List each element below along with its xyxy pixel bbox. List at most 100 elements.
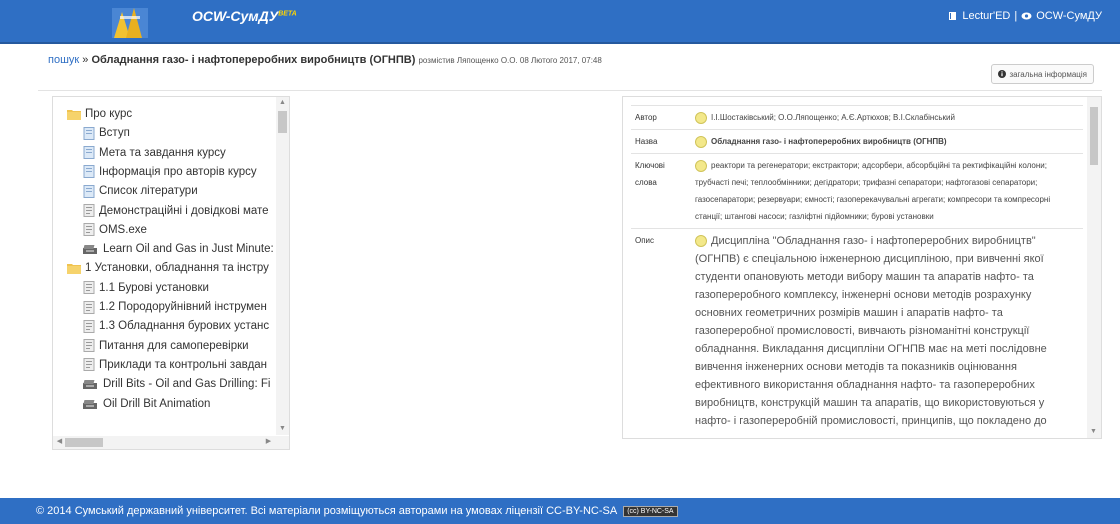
tree-item[interactable]: Список літератури (83, 182, 198, 200)
brand-title[interactable]: ОСW-СумДУBETA (192, 8, 297, 24)
document-icon (83, 319, 95, 333)
tree-item-label: Drill Bits - Oil and Gas Drilling: Fi (103, 378, 271, 391)
tree-folder[interactable]: 1 Установки, обладнання та інстру (67, 259, 269, 277)
tree-hscroll-thumb[interactable] (65, 438, 103, 447)
course-tree: Про курс Вступ Мета та завдання курсу Інфор… (52, 96, 290, 450)
scroll-up-icon[interactable]: ▲ (276, 97, 289, 109)
user-link[interactable]: Lectur'ED (962, 10, 1010, 22)
metadata-value: І.І.Шостаківський; О.О.Ляпощенко; А.Є.Ар… (691, 106, 1083, 129)
tree-item[interactable]: Learn Oil and Gas in Just Minute: (83, 240, 274, 258)
tree-item-label: Вступ (99, 127, 130, 140)
tree-folder[interactable]: Про курс (67, 105, 132, 123)
top-navbar: ОСW-СумДУBETA Lectur'ED | ОСW-СумДУ (0, 0, 1120, 44)
tree-item-label: 1.3 Обладнання бурових устанс (99, 320, 270, 333)
metadata-value-text: Дисципліна "Обладнання газо- і нафтопере… (695, 235, 1047, 427)
metadata-scroll-down-icon[interactable]: ▼ (1087, 426, 1100, 438)
metadata-table: Автор І.І.Шостаківський; О.О.Ляпощенко; А… (631, 105, 1083, 433)
tree-scroll-thumb[interactable] (278, 111, 287, 133)
video-icon (83, 398, 99, 410)
page-title: Обладнання газо- і нафтопереробних вироб… (91, 54, 416, 66)
bullet-icon (695, 135, 707, 148)
metadata-scroll-thumb[interactable] (1090, 107, 1098, 165)
breadcrumb-arrow: » (82, 54, 89, 66)
brand-beta-badge: BETA (278, 10, 297, 18)
tree-item[interactable]: Питання для самоперевірки (83, 337, 249, 355)
document-icon (83, 281, 95, 295)
tree-item[interactable]: Демонстраційні і довідкові мате (83, 202, 269, 220)
tree-item-label: Learn Oil and Gas in Just Minute: (103, 243, 274, 256)
tree-item[interactable]: 1.1 Бурові установки (83, 279, 209, 297)
tree-item-label: Список літератури (99, 185, 198, 198)
breadcrumb: пошук » Обладнання газо- і нафтопереробн… (38, 46, 1102, 91)
book-icon (949, 12, 957, 20)
search-link[interactable]: пошук (48, 54, 79, 66)
tree-item[interactable]: Вступ (83, 124, 130, 142)
course-metadata-panel: Автор І.І.Шостаківський; О.О.Ляпощенко; А… (622, 96, 1102, 439)
page-icon (83, 146, 95, 160)
scroll-right-icon[interactable]: ▶ (262, 436, 275, 448)
brand-text: ОСW-СумДУ (192, 8, 279, 24)
tree-item-label: 1 Установки, обладнання та інстру (85, 262, 269, 275)
folder-icon (67, 262, 81, 275)
site-link[interactable]: ОСW-СумДУ (1036, 10, 1102, 22)
metadata-value-text: Обладнання газо- і нафтопереробних вироб… (711, 137, 947, 146)
tree-item-label: Про курс (85, 108, 133, 120)
tree-horizontal-scrollbar[interactable]: ◀ ▶ (53, 436, 289, 449)
tree-item[interactable]: Drill Bits - Oil and Gas Drilling: Fi (83, 375, 270, 393)
general-info-button[interactable]: загальна інформація (991, 64, 1094, 84)
footer: © 2014 Сумський державний університет. В… (0, 498, 1120, 524)
tree-item[interactable]: OMS.exe (83, 221, 147, 239)
metadata-row: Опис Дисципліна "Обладнання газо- і нафто… (631, 228, 1083, 433)
university-logo-icon[interactable] (110, 2, 150, 40)
page-subtitle: розмістив Ляпощенко О.О. 08 Лютого 2017,… (418, 56, 602, 65)
tree-item-label: OMS.exe (99, 223, 147, 236)
bullet-icon (695, 235, 707, 248)
tree-item-label: Приклади та контрольні завдан (99, 358, 268, 371)
general-info-label: загальна інформація (1009, 69, 1087, 79)
metadata-value: реактори та регенератори; екстрактори; а… (691, 154, 1083, 228)
tree-item-label: Мета та завдання курсу (99, 146, 226, 159)
tree-vertical-scrollbar[interactable]: ▲ ▼ (276, 97, 289, 435)
tree-item[interactable]: Oil Drill Bit Animation (83, 395, 210, 413)
tree-item-label: Питання для самоперевірки (99, 339, 249, 352)
tree-item[interactable]: Інформація про авторів курсу (83, 163, 257, 181)
metadata-value: Дисципліна "Обладнання газо- і нафтопере… (691, 229, 1083, 433)
document-icon (83, 300, 95, 314)
user-menu: Lectur'ED | ОСW-СумДУ (948, 10, 1102, 22)
metadata-label: Автор (635, 113, 657, 122)
metadata-label: Опис (635, 236, 655, 245)
info-icon (998, 70, 1007, 78)
scroll-down-icon[interactable]: ▼ (276, 423, 289, 435)
document-icon (83, 223, 95, 237)
page-icon (83, 165, 95, 179)
metadata-scrollbar[interactable]: ▼ (1087, 97, 1101, 438)
tree-item[interactable]: Мета та завдання курсу (83, 144, 226, 162)
metadata-label: Назва (635, 137, 658, 146)
course-tree-list: Про курс Вступ Мета та завдання курсу Інфор… (53, 97, 275, 435)
page-icon (83, 184, 95, 198)
metadata-value-text: І.І.Шостаківський; О.О.Ляпощенко; А.Є.Ар… (711, 113, 955, 122)
bullet-icon (695, 159, 707, 172)
document-icon (83, 358, 95, 372)
eye-icon (1021, 12, 1032, 20)
tree-item[interactable]: Приклади та контрольні завдан (83, 356, 267, 374)
tree-item-label: 1.1 Бурові установки (99, 281, 209, 294)
metadata-label: Ключові слова (635, 161, 665, 187)
bullet-icon (695, 111, 707, 124)
tree-item[interactable]: 1.2 Породоруйнівний інструмен (83, 298, 267, 316)
tree-item[interactable]: 1.3 Обладнання бурових устанс (83, 317, 269, 335)
metadata-value: Обладнання газо- і нафтопереробних вироб… (691, 130, 1083, 153)
metadata-value-text: реактори та регенератори; екстрактори; а… (695, 161, 1051, 221)
tree-item-label: Oil Drill Bit Animation (103, 397, 211, 410)
menu-separator: | (1014, 10, 1018, 22)
video-icon (83, 243, 99, 255)
tree-item-label: Демонстраційні і довідкові мате (99, 204, 269, 217)
folder-icon (67, 108, 81, 120)
metadata-row: Назва Обладнання газо- і нафтопереробних … (631, 129, 1083, 153)
footer-copyright: © 2014 Сумський державний університет. В… (36, 505, 618, 517)
cc-license-badge[interactable]: (cc) BY-NC-SA (623, 505, 678, 517)
metadata-row: Автор І.І.Шостаківський; О.О.Ляпощенко; А… (631, 105, 1083, 129)
tree-item-label: Інформація про авторів курсу (99, 165, 257, 178)
document-icon (83, 204, 95, 217)
page-icon (83, 126, 95, 140)
